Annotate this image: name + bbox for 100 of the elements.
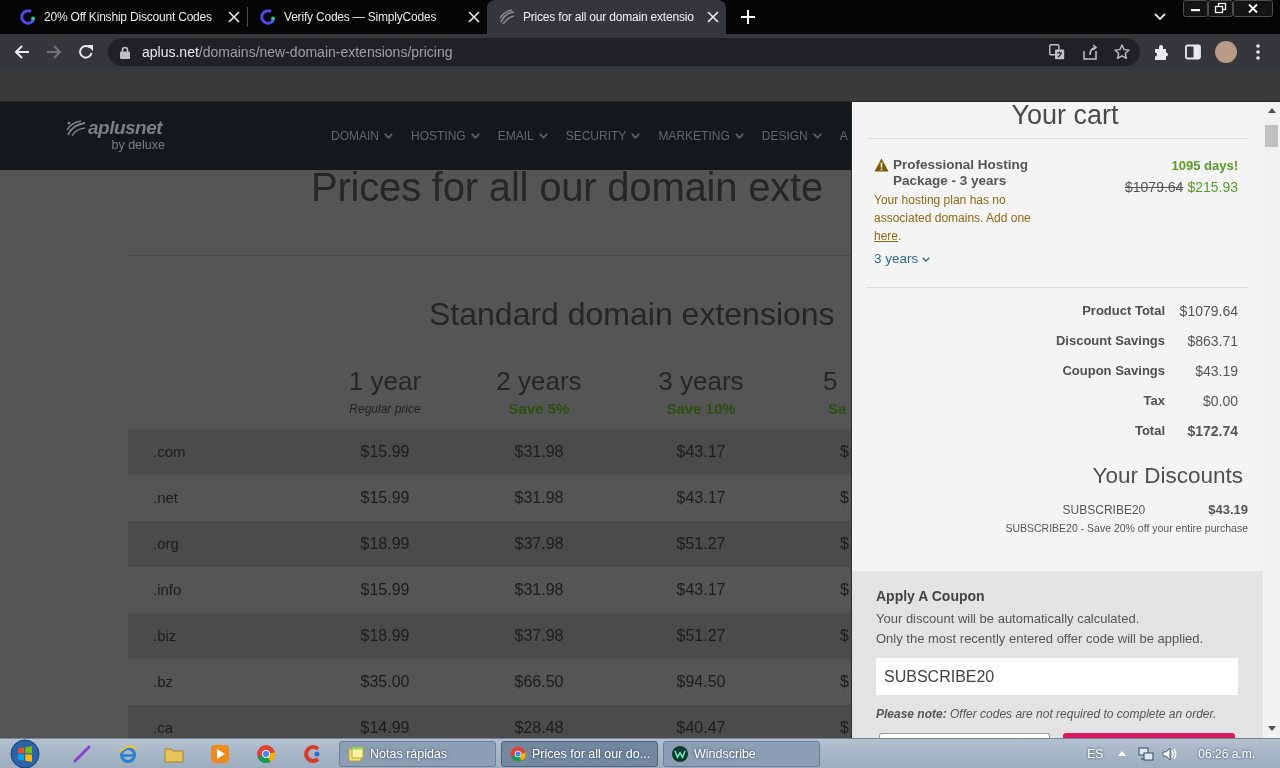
nav-link[interactable]: SECURITY xyxy=(565,129,641,143)
avatar-icon[interactable] xyxy=(1215,41,1237,63)
c-ring-icon xyxy=(260,9,276,25)
minimize-icon[interactable] xyxy=(1183,0,1208,17)
c-logo-icon[interactable] xyxy=(302,743,322,764)
total-label: Total xyxy=(1133,422,1165,440)
price-cell-text: $ xyxy=(839,673,850,691)
price-cell-text: $15.99 xyxy=(359,581,411,599)
nav-link[interactable]: EMAIL xyxy=(497,129,548,143)
coupon-title: Apply A Coupon xyxy=(876,587,986,605)
add-domain-link[interactable]: here xyxy=(874,229,899,243)
scroll-down-icon[interactable] xyxy=(1267,726,1276,731)
coupon-hint: Only the most recently entered offer code will be applied. xyxy=(876,630,1205,648)
extension-cell-text: .info xyxy=(152,581,183,599)
nav-link[interactable]: A xyxy=(839,129,848,143)
translate-icon[interactable] xyxy=(1049,44,1065,60)
e-logo-icon[interactable] xyxy=(118,743,138,764)
language-indicator[interactable]: ES xyxy=(1087,746,1104,761)
swirl-logo-icon[interactable] xyxy=(66,120,86,136)
address-bar[interactable]: aplus.net/domains/new-domain-extensions/pricing xyxy=(108,38,1140,66)
nav-link[interactable]: HOSTING xyxy=(411,129,480,143)
star-icon[interactable] xyxy=(1114,44,1130,60)
extension-cell-text: .net xyxy=(152,489,180,507)
price-cell-text: $94.50 xyxy=(675,673,727,691)
price-cell-text: $43.17 xyxy=(675,489,727,507)
total-value: $0.00 xyxy=(1201,392,1238,411)
chevron-down-icon xyxy=(384,133,393,139)
speaker-icon[interactable] xyxy=(1162,745,1179,762)
price-cell-text: $15.99 xyxy=(359,489,411,507)
price-cell-text: $43.17 xyxy=(675,581,727,599)
term-dropdown[interactable]: 3 years xyxy=(874,250,931,268)
pen-icon[interactable] xyxy=(72,743,92,764)
chevron-down-icon xyxy=(470,133,480,139)
c-ring-icon xyxy=(20,9,36,25)
lock-icon[interactable] xyxy=(120,45,130,59)
chevron-down-icon xyxy=(812,133,822,139)
price-cell-text: $ xyxy=(839,719,850,737)
coupon-hint: Your discount will be automatically calculated. xyxy=(876,610,1141,628)
column-note: Save 5% xyxy=(508,400,570,418)
promo-label: 1095 days! xyxy=(1170,157,1238,175)
browser-icon xyxy=(510,745,526,762)
chevron-down-icon xyxy=(734,133,744,139)
nav-link[interactable]: MARKETING xyxy=(658,129,744,143)
chevron-down-icon xyxy=(922,256,931,262)
coupon-note: Please note: Offer codes are not required to complete an order. xyxy=(876,706,1218,723)
taskbar-button[interactable]: Windscribe xyxy=(663,740,820,767)
reload-icon[interactable] xyxy=(78,44,94,60)
url-text[interactable]: aplus.net/domains/new-domain-extensions/pricing xyxy=(142,44,1049,60)
taskbar-button[interactable]: Prices for all our do... xyxy=(501,740,658,767)
price-cell-text: $35.00 xyxy=(359,673,411,691)
nav-link[interactable]: DESIGN xyxy=(761,129,822,143)
price-cell-text: $31.98 xyxy=(513,581,565,599)
price-cell-text: $ xyxy=(839,489,850,507)
warning-icon xyxy=(874,158,889,172)
coupon-input[interactable]: SUBSCRIBE20 xyxy=(876,658,1238,695)
price-cell-text: $ xyxy=(839,535,850,553)
scrollbar[interactable] xyxy=(1263,102,1280,738)
brand-name[interactable]: aplusnet xyxy=(88,118,163,138)
total-label: Discount Savings xyxy=(1054,332,1165,350)
extension-cell-text: .bz xyxy=(152,673,174,691)
taskbar-button[interactable]: Notas rápidas xyxy=(339,740,496,767)
chevron-down-icon xyxy=(538,133,548,139)
side-panel-icon[interactable] xyxy=(1185,44,1201,60)
column-note: Sa xyxy=(828,400,847,418)
secondary-button[interactable] xyxy=(879,733,1050,738)
network-icon[interactable] xyxy=(1138,745,1155,762)
browser-tab[interactable]: Prices for all our domain extensio xyxy=(487,0,726,34)
price-cell-text: $ xyxy=(839,627,850,645)
discount-amount: $43.19 xyxy=(1208,501,1248,519)
product-name: Professional Hosting Package - 3 years xyxy=(893,157,1030,189)
clock-text[interactable]: 06:26 a.m. xyxy=(1198,746,1255,761)
nav-link[interactable]: DOMAIN xyxy=(331,129,393,143)
discounts-title: Your Discounts xyxy=(1091,462,1244,490)
total-label: Tax xyxy=(1142,392,1165,410)
scroll-up-icon[interactable] xyxy=(1267,108,1276,113)
total-label: Coupon Savings xyxy=(1061,362,1165,380)
original-price: $1079.64 xyxy=(1125,179,1184,195)
scrollbar-thumb[interactable] xyxy=(1265,125,1278,147)
zigzag-logo-icon xyxy=(672,745,688,762)
puzzle-icon[interactable] xyxy=(1154,44,1170,60)
start-orb-icon[interactable] xyxy=(10,738,40,768)
share-icon[interactable] xyxy=(1082,44,1098,60)
total-label: Product Total xyxy=(1081,302,1165,320)
arrow-left-icon[interactable] xyxy=(14,44,30,60)
chevron-down-icon[interactable] xyxy=(1154,13,1166,21)
cart-title: Your cart xyxy=(1010,102,1120,128)
plus-icon[interactable] xyxy=(741,10,755,24)
total-value: $863.71 xyxy=(1186,332,1238,351)
browser-icon[interactable] xyxy=(256,743,276,764)
column-note: Save 10% xyxy=(666,400,736,418)
swirl-icon xyxy=(499,9,515,25)
sticky-note-icon xyxy=(348,745,364,762)
close-icon[interactable] xyxy=(1233,0,1273,17)
price-cell-text: $ xyxy=(839,443,850,461)
price-cell-text: $31.98 xyxy=(513,489,565,507)
menu-icon[interactable] xyxy=(1256,44,1260,60)
restore-icon[interactable] xyxy=(1208,0,1233,17)
warning-message: Your hosting plan has no associated domains. Add one here. xyxy=(874,192,1032,245)
chevron-down-icon xyxy=(631,133,641,139)
total-value: $172.74 xyxy=(1186,422,1238,441)
